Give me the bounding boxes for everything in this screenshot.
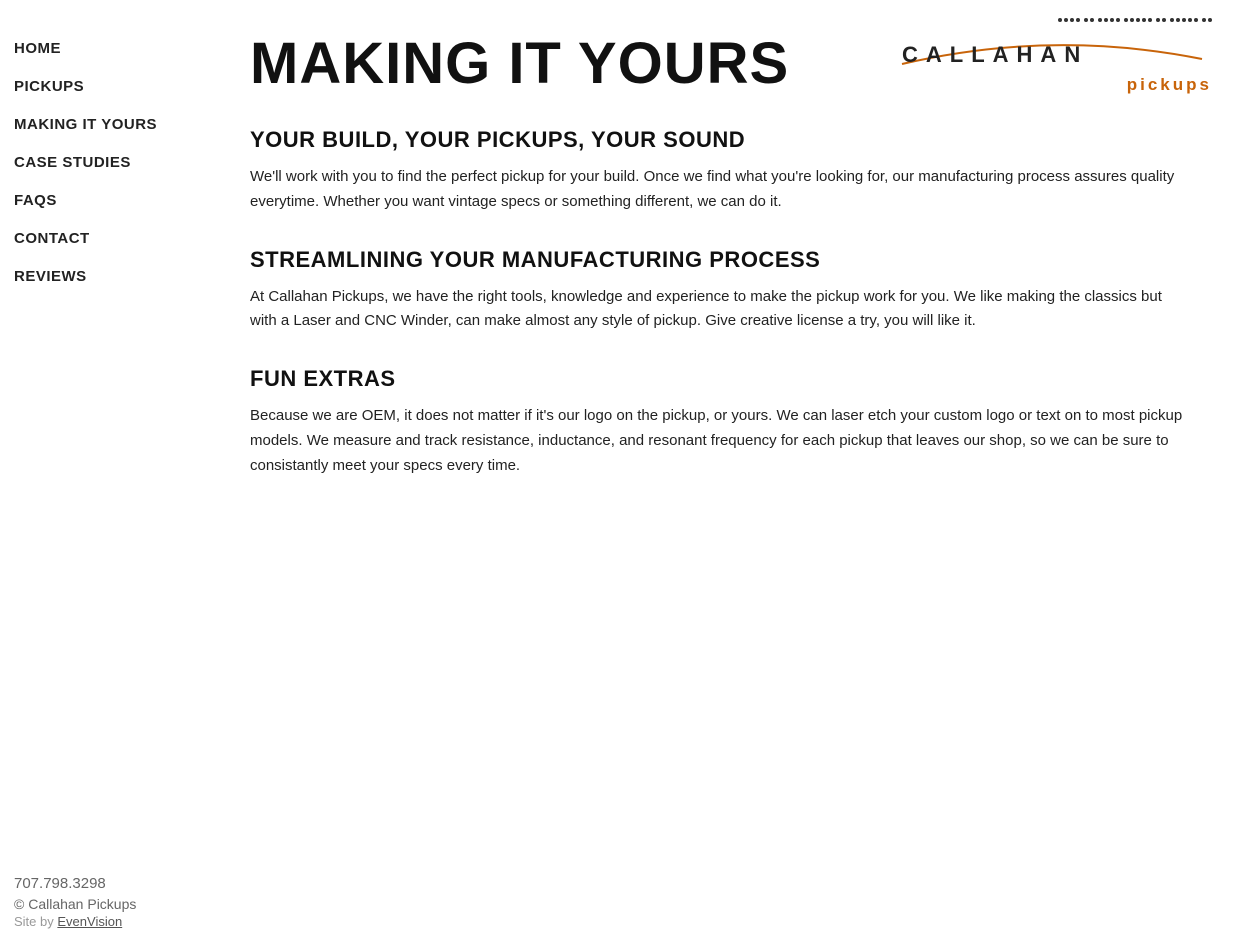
sidebar-link-contact[interactable]: CONTACT xyxy=(14,230,90,247)
sidebar-link-home[interactable]: HOME xyxy=(14,40,61,57)
sidebar-nav: HOME PICKUPS MAKING IT YOURS CASE STUDIE… xyxy=(0,30,210,296)
footer-site-by: Site by EvenVision xyxy=(14,914,136,929)
logo-dots-row xyxy=(1058,18,1212,22)
header-logo: CALLAHAN pickups xyxy=(878,10,1226,103)
sidebar-item-pickups[interactable]: PICKUPS xyxy=(0,68,210,106)
section-extras: FUN EXTRAS Because we are OEM, it does n… xyxy=(250,366,1190,478)
sidebar-link-faqs[interactable]: FAQS xyxy=(14,192,57,209)
sidebar-item-making-it-yours[interactable]: MAKING IT YOURS xyxy=(0,106,210,144)
section-body-streamlining: At Callahan Pickups, we have the right t… xyxy=(250,285,1190,335)
sidebar-link-pickups[interactable]: PICKUPS xyxy=(14,78,84,95)
sidebar-link-reviews[interactable]: REVIEWS xyxy=(14,268,87,285)
section-body-build: We'll work with you to find the perfect … xyxy=(250,165,1190,215)
site-by-label: Site by xyxy=(14,914,54,929)
sidebar-item-contact[interactable]: CONTACT xyxy=(0,220,210,258)
sidebar: HOME PICKUPS MAKING IT YOURS CASE STUDIE… xyxy=(0,0,210,949)
section-heading-extras: FUN EXTRAS xyxy=(250,366,1190,392)
sidebar-item-case-studies[interactable]: CASE STUDIES xyxy=(0,144,210,182)
logo-svg: CALLAHAN xyxy=(892,24,1212,79)
footer: 707.798.3298 © Callahan Pickups Site by … xyxy=(14,875,136,929)
sidebar-item-reviews[interactable]: REVIEWS xyxy=(0,258,210,296)
section-body-extras: Because we are OEM, it does not matter i… xyxy=(250,404,1190,478)
section-build: YOUR BUILD, YOUR PICKUPS, YOUR SOUND We'… xyxy=(250,127,1190,215)
sidebar-link-case-studies[interactable]: CASE STUDIES xyxy=(14,154,131,171)
footer-copyright: © Callahan Pickups xyxy=(14,896,136,912)
logo-container: CALLAHAN pickups xyxy=(878,10,1226,103)
section-heading-streamlining: STREAMLINING YOUR MANUFACTURING PROCESS xyxy=(250,247,1190,273)
sidebar-item-faqs[interactable]: FAQS xyxy=(0,182,210,220)
svg-text:CALLAHAN: CALLAHAN xyxy=(902,42,1088,67)
section-streamlining: STREAMLINING YOUR MANUFACTURING PROCESS … xyxy=(250,247,1190,335)
footer-phone: 707.798.3298 xyxy=(14,875,136,892)
sidebar-link-making-it-yours[interactable]: MAKING IT YOURS xyxy=(14,116,157,133)
site-by-link[interactable]: EvenVision xyxy=(57,914,122,929)
logo-graphic: CALLAHAN xyxy=(892,24,1212,79)
sidebar-item-home[interactable]: HOME xyxy=(0,30,210,68)
section-heading-build: YOUR BUILD, YOUR PICKUPS, YOUR SOUND xyxy=(250,127,1190,153)
